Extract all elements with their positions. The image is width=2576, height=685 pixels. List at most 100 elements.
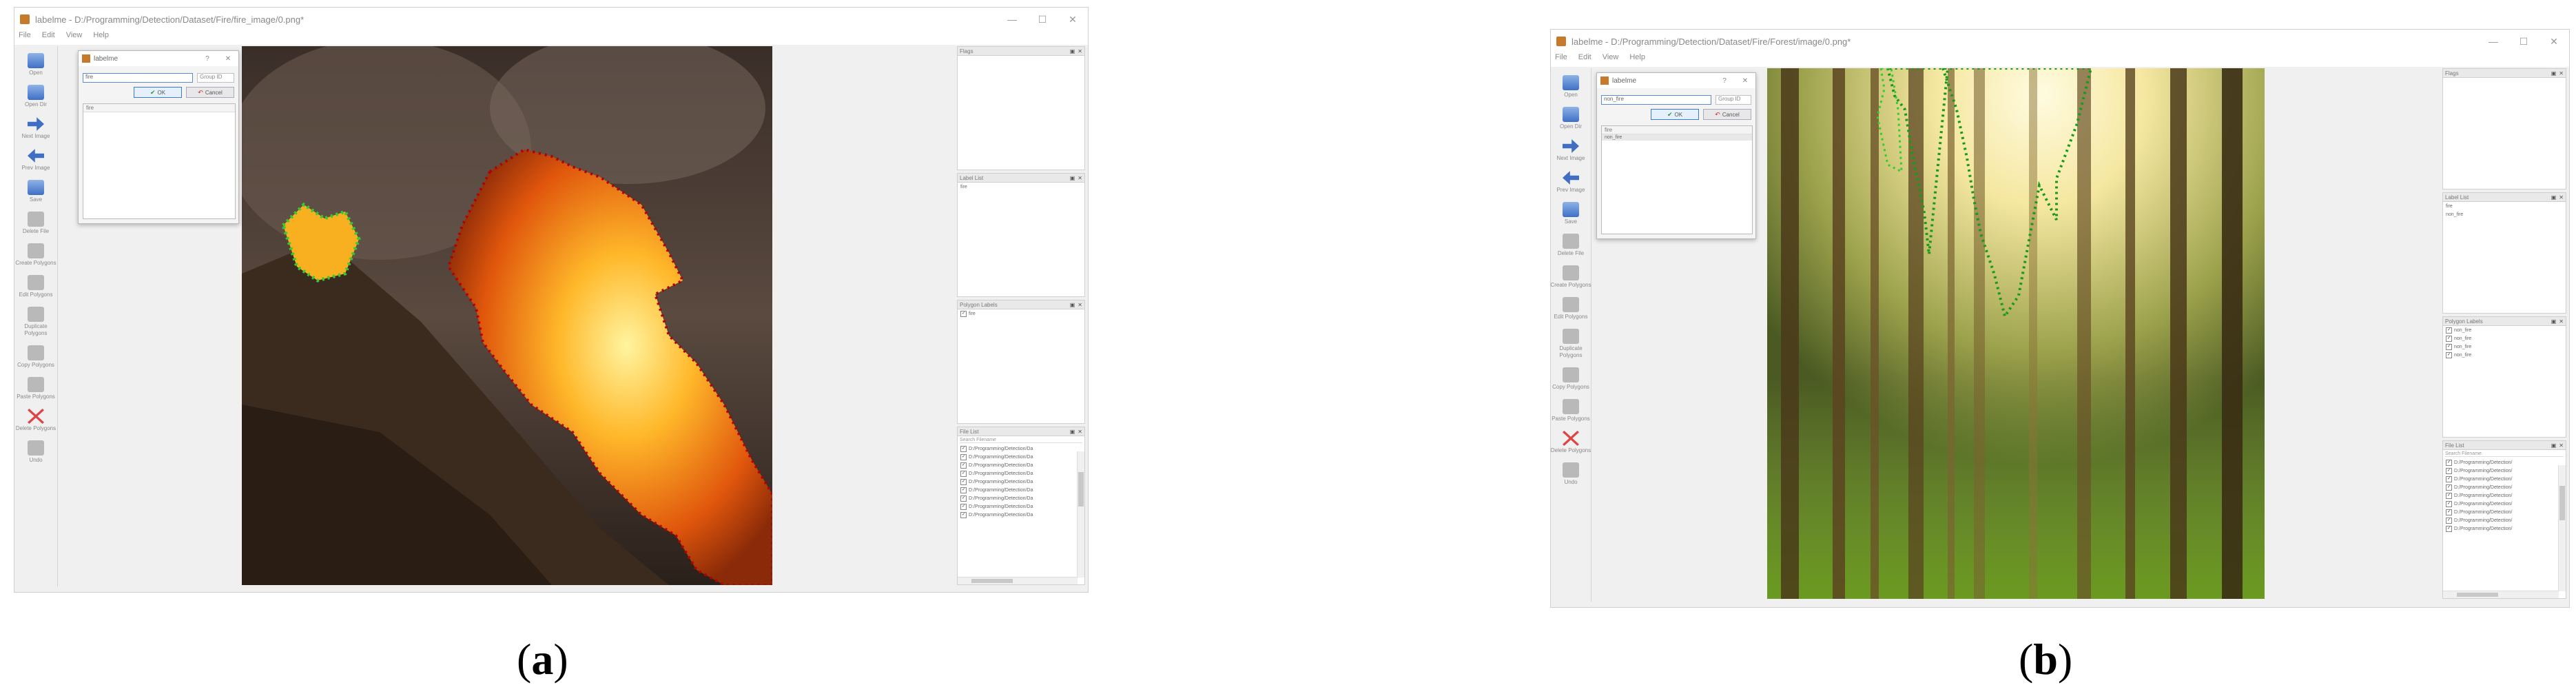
list-item[interactable]: non_fire <box>2443 210 2566 218</box>
checkbox[interactable]: ✓ <box>960 503 967 510</box>
list-item[interactable]: ✓ D:/Programming/Detection/ <box>2443 508 2566 516</box>
horizontal-scrollbar[interactable] <box>958 577 1078 584</box>
scroll-thumb[interactable] <box>2457 593 2498 597</box>
file-list[interactable]: Search Filename ✓ D:/Programming/Detectio… <box>957 436 1085 585</box>
ok-button[interactable]: ✔ OK <box>1651 109 1699 120</box>
flags-list[interactable] <box>2442 78 2566 190</box>
save-button[interactable]: Save <box>1551 202 1591 225</box>
group-id-input[interactable]: Group ID <box>197 73 234 83</box>
dialog-close-button[interactable]: ✕ <box>218 55 238 63</box>
checkbox[interactable]: ✓ <box>2446 459 2452 466</box>
labels-list[interactable]: fire <box>957 183 1085 297</box>
checkbox[interactable]: ✓ <box>2446 335 2452 342</box>
list-item[interactable]: ✓ non_fire <box>2443 342 2566 351</box>
open-button[interactable]: Open <box>14 53 57 76</box>
duplicate-polygons-button[interactable]: Duplicate Polygons <box>1551 329 1591 359</box>
copy-polygons-button[interactable]: Copy Polygons <box>1551 367 1591 391</box>
list-item[interactable]: ✓ D:/Programming/Detection/Da <box>958 478 1084 486</box>
label-list-header[interactable]: fire <box>83 104 235 112</box>
next-image-button[interactable]: Next Image <box>14 116 57 140</box>
close-icon[interactable]: ✕ <box>1078 429 1082 435</box>
checkbox[interactable]: ✓ <box>960 453 967 460</box>
float-icon[interactable]: ▣ <box>1070 175 1075 181</box>
next-image-button[interactable]: Next Image <box>1551 139 1591 162</box>
delete-file-button[interactable]: Delete File <box>1551 234 1591 257</box>
list-item[interactable]: ✓ D:/Programming/Detection/Da <box>958 444 1084 453</box>
horizontal-scrollbar[interactable] <box>2443 591 2559 598</box>
polygon-labels-list[interactable]: ✓ fire <box>957 309 1085 424</box>
cancel-button[interactable]: ↶ Cancel <box>1703 109 1751 120</box>
list-item[interactable]: ✓ D:/Programming/Detection/ <box>2443 500 2566 508</box>
list-item[interactable]: ✓ D:/Programming/Detection/Da <box>958 494 1084 502</box>
duplicate-polygons-button[interactable]: Duplicate Polygons <box>14 307 57 337</box>
ok-button[interactable]: ✔ OK <box>134 87 182 98</box>
menu-help[interactable]: Help <box>1629 53 1645 67</box>
maximize-button[interactable]: ☐ <box>2508 36 2539 48</box>
label-list[interactable]: fire non_fire <box>1601 125 1753 234</box>
float-icon[interactable]: ▣ <box>2551 442 2557 449</box>
menu-file[interactable]: File <box>1555 53 1567 67</box>
prev-image-button[interactable]: Prev Image <box>14 148 57 172</box>
menu-help[interactable]: Help <box>93 31 109 45</box>
undo-button[interactable]: Undo <box>1551 462 1591 486</box>
list-item[interactable]: ✓ D:/Programming/Detection/Da <box>958 486 1084 494</box>
close-icon[interactable]: ✕ <box>1078 175 1082 181</box>
list-item[interactable]: ✓ D:/Programming/Detection/ <box>2443 491 2566 500</box>
edit-polygons-button[interactable]: Edit Polygons <box>14 275 57 298</box>
menu-view[interactable]: View <box>66 31 83 45</box>
menu-edit[interactable]: Edit <box>1578 53 1591 67</box>
help-button[interactable]: ? <box>197 55 218 63</box>
save-button[interactable]: Save <box>14 180 57 203</box>
checkbox[interactable]: ✓ <box>960 495 967 502</box>
prev-image-button[interactable]: Prev Image <box>1551 170 1591 194</box>
label-list-header[interactable]: fire <box>1602 126 1752 134</box>
scroll-thumb[interactable] <box>1078 472 1084 507</box>
checkbox[interactable]: ✓ <box>960 470 967 477</box>
labels-list[interactable]: fire non_fire <box>2442 202 2566 314</box>
canvas-area[interactable]: labelme? ✕ non_fire Group ID ✔ OK ↶ Cancel … <box>1592 68 2440 599</box>
search-filename-input[interactable]: Search Filename <box>2445 451 2564 457</box>
close-icon[interactable]: ✕ <box>2559 318 2564 325</box>
open-dir-button[interactable]: Open Dir <box>1551 107 1591 130</box>
float-icon[interactable]: ▣ <box>1070 429 1075 435</box>
float-icon[interactable]: ▣ <box>1070 48 1075 54</box>
maximize-button[interactable]: ☐ <box>1027 14 1058 25</box>
checkbox[interactable]: ✓ <box>2446 492 2452 499</box>
list-item[interactable]: ✓ D:/Programming/Detection/ <box>2443 458 2566 467</box>
delete-polygons-button[interactable]: Delete Polygons <box>14 409 57 432</box>
canvas-area[interactable]: labelme? ✕ fire Group ID ✔ OK ↶ Cancel fire <box>59 46 954 585</box>
checkbox[interactable]: ✓ <box>960 445 967 452</box>
scroll-thumb[interactable] <box>2559 486 2565 520</box>
close-icon[interactable]: ✕ <box>2559 194 2564 201</box>
checkbox[interactable]: ✓ <box>2446 525 2452 532</box>
checkbox[interactable]: ✓ <box>960 462 967 469</box>
list-item[interactable]: ✓ D:/Programming/Detection/Da <box>958 469 1084 478</box>
vertical-scrollbar[interactable] <box>2558 465 2566 591</box>
list-item[interactable]: ✓ D:/Programming/Detection/Da <box>958 453 1084 461</box>
undo-button[interactable]: Undo <box>14 440 57 464</box>
checkbox[interactable]: ✓ <box>2446 484 2452 491</box>
vertical-scrollbar[interactable] <box>1077 451 1084 577</box>
label-input[interactable]: non_fire <box>1601 95 1711 105</box>
float-icon[interactable]: ▣ <box>2551 70 2557 76</box>
dialog-close-button[interactable]: ✕ <box>1735 77 1755 85</box>
close-icon[interactable]: ✕ <box>2559 442 2564 449</box>
group-id-input[interactable]: Group ID <box>1715 95 1751 105</box>
search-filename-input[interactable]: Search Filename <box>960 438 1082 443</box>
list-item[interactable]: ✓ D:/Programming/Detection/Da <box>958 502 1084 511</box>
checkbox[interactable]: ✓ <box>960 310 967 317</box>
paste-polygons-button[interactable]: Paste Polygons <box>14 377 57 400</box>
checkbox[interactable]: ✓ <box>960 511 967 518</box>
minimize-button[interactable]: — <box>2478 36 2508 47</box>
delete-polygons-button[interactable]: Delete Polygons <box>1551 431 1591 454</box>
checkbox[interactable]: ✓ <box>2446 343 2452 350</box>
list-item[interactable]: ✓ D:/Programming/Detection/ <box>2443 467 2566 475</box>
create-polygons-button[interactable]: Create Polygons <box>1550 265 1591 289</box>
list-item[interactable]: ✓ D:/Programming/Detection/ <box>2443 475 2566 483</box>
close-icon[interactable]: ✕ <box>1078 48 1082 54</box>
open-dir-button[interactable]: Open Dir <box>14 85 57 108</box>
menu-file[interactable]: File <box>19 31 31 45</box>
close-icon[interactable]: ✕ <box>2559 70 2564 76</box>
checkbox[interactable]: ✓ <box>2446 327 2452 334</box>
list-item[interactable]: fire <box>958 183 1084 191</box>
